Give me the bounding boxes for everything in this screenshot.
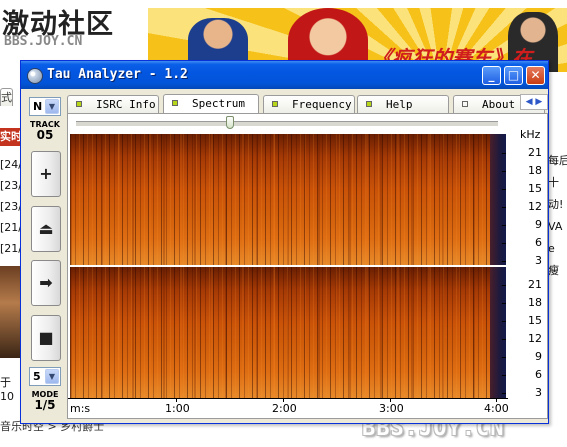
spectrogram-channel-bottom (70, 267, 506, 398)
background-left-column: 式 实时 [24/ [23/ [23/ [21/ [21/ 于10 (0, 84, 22, 444)
background-news-item[interactable]: [21/ (0, 221, 22, 234)
spectrum-panel: kHz 21 18 15 12 9 6 3 21 18 15 12 9 6 3 … (67, 113, 548, 419)
control-column: N ▼ TRACK 05 + ⏏ ➡ ■ 5 ▼ MODE 1/5 (25, 93, 65, 419)
freq-tick-label: 9 (502, 218, 542, 231)
background-news-item[interactable]: VA (548, 216, 567, 238)
mode-value: 1/5 (34, 398, 56, 412)
background-news-item[interactable]: 每后 (548, 150, 567, 172)
time-tick-label: 1:00 (165, 402, 190, 415)
eject-icon: ⏏ (38, 219, 54, 238)
freq-tick-label: 9 (502, 350, 542, 363)
time-tick-label: 3:00 (379, 402, 404, 415)
mode-select[interactable]: 5 ▼ (29, 367, 61, 386)
time-tick-label: 4:00 (484, 402, 509, 415)
close-button[interactable]: ✕ (526, 66, 545, 85)
tab-frequency[interactable]: Frequency (263, 95, 355, 113)
frequency-axis: kHz 21 18 15 12 9 6 3 21 18 15 12 9 6 3 (502, 128, 546, 399)
tab-spectrum[interactable]: Spectrum (163, 94, 259, 114)
tab-isrc-info[interactable]: ISRC Info (67, 95, 159, 113)
time-axis-label: m:s (70, 402, 91, 415)
arrow-right-icon: ➡ (39, 273, 53, 292)
tab-label: About (482, 98, 516, 111)
tab-label: ISRC Info (96, 98, 156, 111)
freq-tick-label: 12 (502, 200, 542, 213)
background-right-column: 每后 十 动! VA e 瘦 (548, 150, 567, 277)
tab-bar: ISRC Info Spectrum Frequency Help About (67, 94, 549, 114)
spectrogram-channel-top (70, 134, 506, 265)
background-news-item[interactable]: [23/ (0, 179, 22, 192)
frequency-unit: kHz (520, 128, 541, 141)
tab-led (462, 101, 468, 107)
freq-tick-label: 18 (502, 296, 542, 309)
background-news-item[interactable]: [21/ (0, 242, 22, 255)
freq-tick-label: 21 (502, 278, 542, 291)
plus-icon: + (39, 164, 53, 183)
position-slider-track[interactable] (76, 121, 498, 127)
tab-led (172, 100, 178, 106)
background-red-tab[interactable]: 实时 (0, 128, 22, 146)
freq-tick-label: 3 (502, 386, 542, 399)
spectrogram-image (70, 134, 490, 265)
freq-tick-label: 3 (502, 254, 542, 267)
channel-select-value: N (33, 100, 43, 113)
spectrogram-empty-tail (490, 267, 506, 398)
add-button[interactable]: + (31, 151, 61, 197)
stop-icon: ■ (38, 328, 54, 347)
tab-label: Spectrum (192, 97, 245, 110)
next-button[interactable]: ➡ (31, 260, 61, 306)
time-axis: m:s 1:00 2:00 3:00 4:00 (68, 398, 509, 419)
freq-tick-label: 6 (502, 236, 542, 249)
tab-led (76, 101, 82, 107)
mode-select-value: 5 (33, 370, 41, 383)
freq-tick-label: 15 (502, 314, 542, 327)
app-disc-icon[interactable] (27, 68, 43, 84)
background-news-item[interactable]: [24/ (0, 158, 22, 171)
site-logo-url[interactable]: BBS.JOY.CN (4, 34, 82, 49)
freq-tick-label: 15 (502, 182, 542, 195)
freq-tick-label: 21 (502, 146, 542, 159)
freq-tick-label: 12 (502, 332, 542, 345)
spectrogram (70, 134, 506, 398)
tab-led (272, 101, 278, 107)
freq-tick-label: 6 (502, 368, 542, 381)
maximize-button[interactable]: □ (504, 66, 523, 85)
chevron-down-icon[interactable]: ▼ (45, 369, 59, 384)
background-tab[interactable]: 式 (0, 88, 13, 106)
background-news-item[interactable]: 动! (548, 194, 567, 216)
tab-help[interactable]: Help (357, 95, 449, 113)
background-news-item[interactable]: e (548, 238, 567, 260)
position-slider-thumb[interactable] (226, 116, 234, 129)
track-number: 05 (36, 128, 54, 142)
background-news-item[interactable]: 十 (548, 172, 567, 194)
analyzer-window: Tau Analyzer - 1.2 _ □ ✕ N ▼ TRACK 05 + … (20, 60, 549, 424)
eject-button[interactable]: ⏏ (31, 206, 61, 252)
background-news-item[interactable]: [23/ (0, 200, 22, 213)
background-photo[interactable] (0, 266, 22, 358)
chevron-down-icon[interactable]: ▼ (45, 99, 59, 114)
time-tick-label: 2:00 (272, 402, 297, 415)
stop-button[interactable]: ■ (31, 315, 61, 361)
minimize-button[interactable]: _ (482, 66, 501, 85)
tab-led (366, 101, 372, 107)
title-bar[interactable]: Tau Analyzer - 1.2 _ □ ✕ (21, 61, 548, 89)
tab-label: Frequency (292, 98, 352, 111)
background-news-item[interactable]: 瘦 (548, 260, 567, 282)
tab-scroll-arrows[interactable]: ◀ ▶ (520, 94, 548, 110)
window-title: Tau Analyzer - 1.2 (47, 67, 188, 82)
freq-tick-label: 18 (502, 164, 542, 177)
channel-select[interactable]: N ▼ (29, 97, 61, 116)
spectrogram-image (70, 267, 490, 398)
background-caption[interactable]: 于10 (0, 374, 22, 403)
tab-label: Help (386, 98, 413, 111)
